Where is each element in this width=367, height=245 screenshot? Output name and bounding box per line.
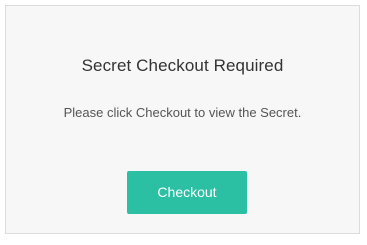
dialog-title: Secret Checkout Required: [81, 56, 284, 75]
dialog-message: Please click Checkout to view the Secret…: [63, 105, 302, 120]
secret-checkout-panel: Secret Checkout Required Please click Ch…: [5, 5, 360, 234]
checkout-button[interactable]: Checkout: [127, 171, 247, 214]
